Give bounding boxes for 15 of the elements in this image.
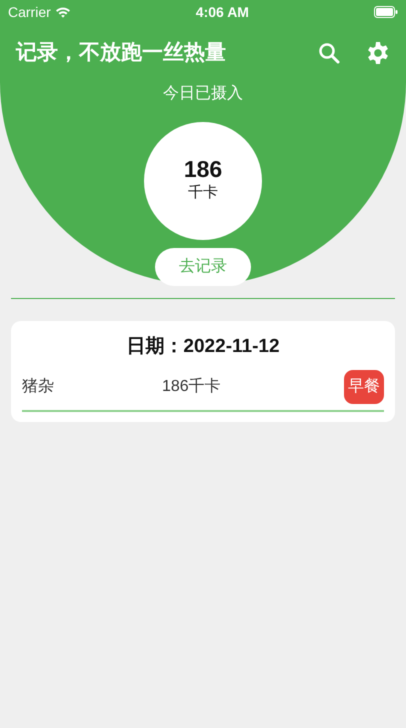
battery-icon xyxy=(374,6,398,18)
record-button[interactable]: 去记录 xyxy=(155,248,251,286)
wifi-icon xyxy=(54,6,71,18)
carrier-label: Carrier xyxy=(8,2,51,22)
meal-tag: 早餐 xyxy=(344,370,384,404)
clock: 4:06 AM xyxy=(196,2,249,22)
app-title: 记录，不放跑一丝热量 xyxy=(16,40,227,66)
intake-caption: 今日已摄入 xyxy=(163,84,243,104)
calorie-unit: 千卡 xyxy=(188,183,218,204)
food-name: 猪杂 xyxy=(22,376,55,396)
record-date: 日期：2022-11-12 xyxy=(125,335,281,359)
search-icon[interactable] xyxy=(318,42,340,64)
calorie-value: 186 xyxy=(184,157,222,182)
food-calories: 186千卡 xyxy=(162,376,222,396)
settings-icon[interactable] xyxy=(366,41,390,65)
